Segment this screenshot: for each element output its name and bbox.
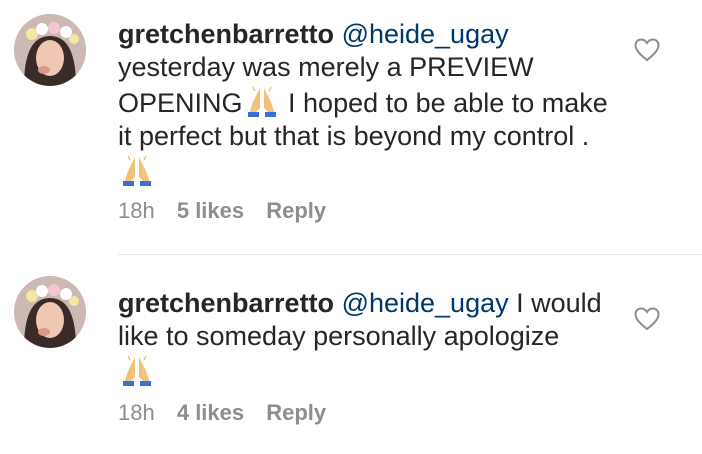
- heart-icon[interactable]: [634, 307, 660, 331]
- comment-text: gretchenbarretto @heide_ugay yesterday w…: [118, 18, 618, 189]
- folded-hands-icon: [123, 155, 151, 186]
- comment-item: gretchenbarretto @heide_ugay I would lik…: [0, 256, 702, 454]
- reply-button[interactable]: Reply: [266, 198, 326, 223]
- comment-text: gretchenbarretto @heide_ugay I would lik…: [118, 287, 618, 389]
- likes-count[interactable]: 5 likes: [177, 198, 244, 223]
- comment-mention[interactable]: @heide_ugay: [342, 19, 509, 49]
- comment-meta: 18h 5 likes Reply: [118, 198, 342, 224]
- avatar[interactable]: [14, 14, 86, 86]
- folded-hands-icon: [247, 86, 276, 117]
- divider: [118, 254, 702, 255]
- comment-mention[interactable]: @heide_ugay: [342, 288, 509, 318]
- comment-item: gretchenbarretto @heide_ugay yesterday w…: [0, 0, 702, 254]
- comment-username[interactable]: gretchenbarretto: [118, 19, 334, 49]
- likes-count[interactable]: 4 likes: [177, 400, 244, 425]
- reply-button[interactable]: Reply: [266, 400, 326, 425]
- folded-hands-icon: [123, 355, 151, 386]
- comment-timestamp: 18h: [118, 400, 155, 425]
- heart-icon[interactable]: [634, 38, 660, 62]
- comment-meta: 18h 4 likes Reply: [118, 400, 342, 426]
- comment-username[interactable]: gretchenbarretto: [118, 288, 334, 318]
- avatar[interactable]: [14, 276, 86, 348]
- comment-timestamp: 18h: [118, 198, 155, 223]
